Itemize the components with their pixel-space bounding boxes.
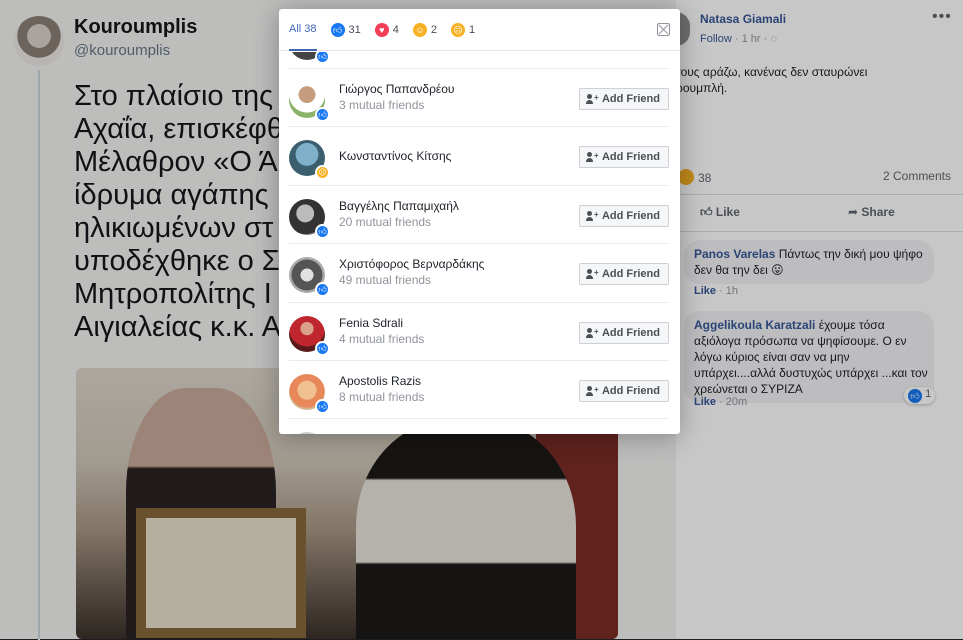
tab-like[interactable]: 👍︎ 31 <box>330 9 361 51</box>
like-reaction-icon: 👍︎ <box>330 22 345 37</box>
tab-haha[interactable]: ☺ 2 <box>412 9 437 51</box>
list-item: 👍︎ Γιώργος Παπανδρέου 3 mutual friends +… <box>289 68 669 126</box>
add-friend-button[interactable]: + Add Friend <box>578 205 669 227</box>
love-reaction-icon: ♥ <box>374 22 389 37</box>
like-badge-icon: 👍︎ <box>315 399 330 414</box>
add-friend-icon: + <box>585 327 599 338</box>
list-item: 👍︎ <box>289 52 669 68</box>
reaction-tabs: All 38 👍︎ 31 ♥ 4 ☺ 2 ☹ 1 <box>279 9 680 51</box>
person-name[interactable]: Βαγγέλης Παπαμιχαήλ <box>339 199 459 213</box>
sad-reaction-icon: ☹ <box>451 22 466 37</box>
reactions-dialog: All 38 👍︎ 31 ♥ 4 ☺ 2 ☹ 1 👍︎ 👍︎ Γιώργος Παπαν… <box>279 9 680 434</box>
like-badge-icon: 👍︎ <box>315 341 330 356</box>
mutual-friends[interactable]: 3 mutual friends <box>339 98 424 112</box>
person-name[interactable]: Fenia Sdrali <box>339 316 403 330</box>
mutual-friends[interactable]: 49 mutual friends <box>339 273 431 287</box>
add-friend-button[interactable]: + Add Friend <box>578 263 669 285</box>
tab-sad[interactable]: ☹ 1 <box>451 9 475 51</box>
add-friend-icon: + <box>585 93 599 104</box>
sad-badge-icon: ☹ <box>315 165 330 180</box>
add-friend-icon: + <box>585 210 599 221</box>
add-friend-icon: + <box>585 268 599 279</box>
avatar[interactable] <box>289 432 325 434</box>
close-icon[interactable] <box>657 23 670 36</box>
list-item <box>289 418 669 434</box>
like-badge-icon: 👍︎ <box>315 107 330 122</box>
add-friend-icon: + <box>585 385 599 396</box>
person-name[interactable]: Χριστόφορος Βερναρδάκης <box>339 257 484 271</box>
mutual-friends[interactable]: 8 mutual friends <box>339 390 424 404</box>
list-item: 👍︎ Χριστόφορος Βερναρδάκης 49 mutual fri… <box>289 243 669 301</box>
mutual-friends[interactable]: 4 mutual friends <box>339 332 424 346</box>
haha-reaction-icon: ☺ <box>412 22 427 37</box>
add-friend-button[interactable]: + Add Friend <box>578 380 669 402</box>
add-friend-button[interactable]: + Add Friend <box>578 88 669 110</box>
list-item: 👍︎ Fenia Sdrali 4 mutual friends + Add Fr… <box>289 302 669 360</box>
like-badge-icon: 👍︎ <box>315 282 330 297</box>
reactions-list[interactable]: 👍︎ 👍︎ Γιώργος Παπανδρέου 3 mutual friend… <box>279 52 680 434</box>
like-badge-icon: 👍︎ <box>315 224 330 239</box>
add-friend-button[interactable]: + Add Friend <box>578 146 669 168</box>
tab-love[interactable]: ♥ 4 <box>374 9 399 51</box>
person-name[interactable]: Κωνσταντίνος Κίτσης <box>339 149 451 163</box>
tab-all[interactable]: All 38 <box>289 9 317 51</box>
add-friend-icon: + <box>585 151 599 162</box>
add-friend-button[interactable]: + Add Friend <box>578 322 669 344</box>
mutual-friends[interactable]: 20 mutual friends <box>339 215 431 229</box>
list-item: ☹ Κωνσταντίνος Κίτσης + Add Friend <box>289 126 669 184</box>
like-badge-icon: 👍︎ <box>315 52 330 64</box>
list-item: 👍︎ Βαγγέλης Παπαμιχαήλ 20 mutual friends… <box>289 185 669 243</box>
person-name[interactable]: Γιώργος Παπανδρέου <box>339 82 455 96</box>
list-item: 👍︎ Apostolis Razis 8 mutual friends + Add… <box>289 360 669 418</box>
person-name[interactable]: Apostolis Razis <box>339 374 421 388</box>
